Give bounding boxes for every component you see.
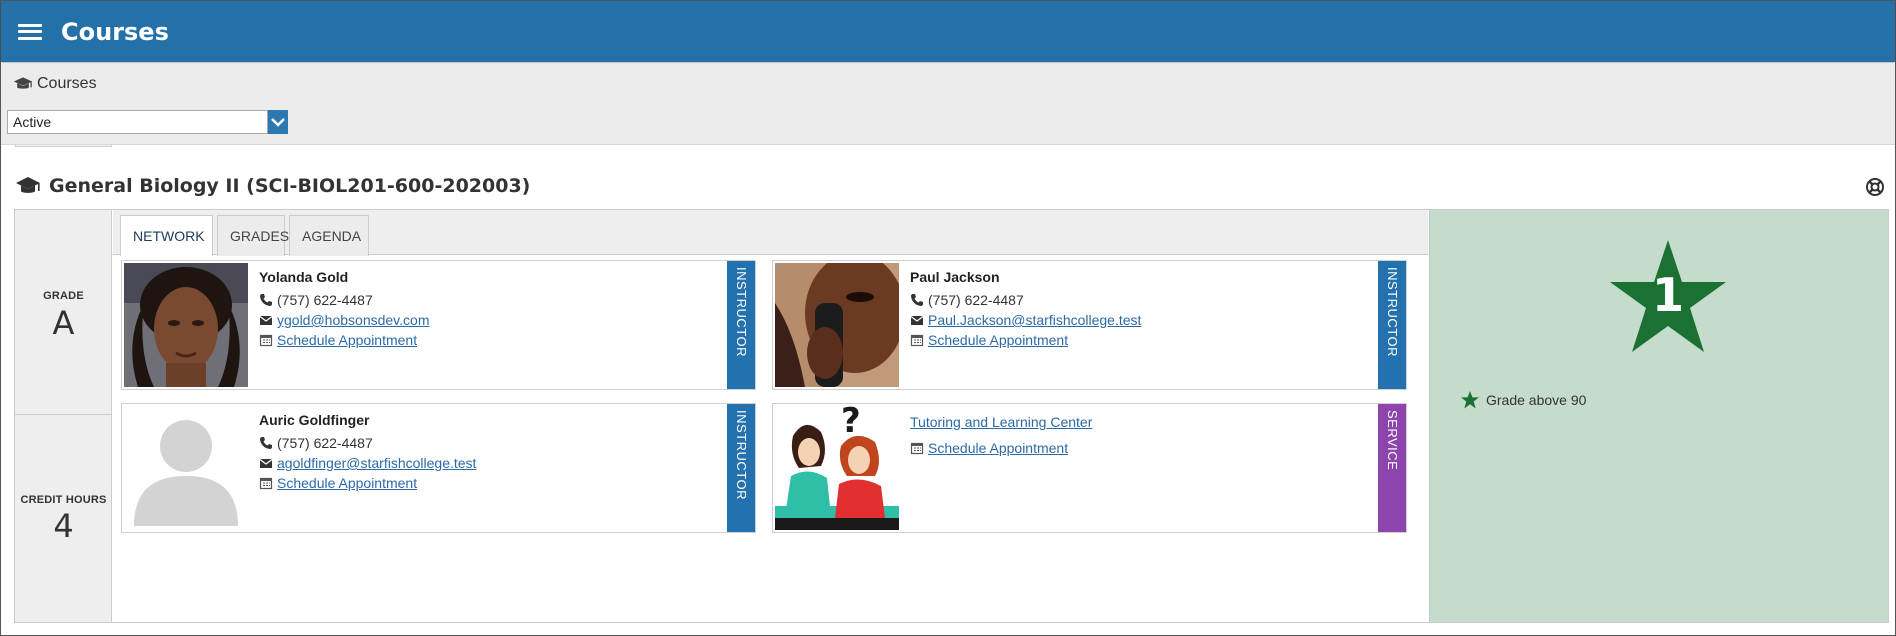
service-name-row: Tutoring and Learning Center [910, 412, 1370, 432]
contact-photo [775, 263, 899, 387]
contact-info: Yolanda Gold (757) 622-4487 ygold@hobson… [259, 269, 719, 350]
contact-photo [124, 263, 248, 387]
schedule-appointment-link[interactable]: Schedule Appointment [928, 332, 1068, 348]
service-name-link[interactable]: Tutoring and Learning Center [910, 414, 1092, 430]
highlights-panel: 1 Grade above 90 [1429, 210, 1888, 622]
graduation-cap-icon [13, 77, 33, 89]
contact-name: Paul Jackson [910, 269, 1000, 285]
course-stats: GRADE A CREDIT HOURS 4 [15, 210, 112, 622]
highlight-count: 1 [1651, 268, 1684, 322]
hamburger-menu-icon[interactable] [17, 21, 43, 43]
contact-card: ? Tutoring and Learning Center Schedule … [772, 403, 1407, 533]
schedule-appointment-link[interactable]: Schedule Appointment [277, 332, 417, 348]
contact-phone: (757) 622-4487 [277, 435, 373, 451]
course-tabs: NETWORK GRADES AGENDA [113, 210, 1428, 256]
schedule-appointment-link[interactable]: Schedule Appointment [277, 475, 417, 491]
status-filter-value[interactable]: Active [7, 110, 268, 134]
graduation-cap-icon [16, 177, 40, 193]
contact-appointment-row: Schedule Appointment [259, 330, 719, 350]
chevron-down-icon[interactable] [268, 110, 288, 134]
lifebuoy-icon[interactable] [1865, 177, 1885, 197]
contact-email-row: Paul.Jackson@starfishcollege.test [910, 310, 1370, 330]
credit-hours-stat: CREDIT HOURS 4 [15, 415, 112, 622]
tab-grades[interactable]: GRADES [217, 215, 289, 256]
contact-info: Paul Jackson (757) 622-4487 Paul.Jackson… [910, 269, 1370, 350]
contact-card: Auric Goldfinger (757) 622-4487 agoldfin… [121, 403, 756, 533]
breadcrumb-label[interactable]: Courses [37, 75, 97, 93]
credit-hours-value: 4 [53, 507, 74, 545]
course-detail-panel: NETWORK GRADES AGENDA Yolanda Gold (757)… [113, 210, 1428, 622]
calendar-icon [910, 334, 924, 347]
grade-value: A [52, 304, 75, 342]
highlight-legend-label: Grade above 90 [1486, 392, 1587, 408]
toolbar-strip: Courses Active [1, 63, 1895, 145]
svg-text:?: ? [841, 406, 861, 441]
course-title: General Biology II (SCI-BIOL201-600-2020… [49, 175, 531, 197]
calendar-icon [910, 442, 924, 455]
contact-card: Yolanda Gold (757) 622-4487 ygold@hobson… [121, 260, 756, 390]
contact-name: Auric Goldfinger [259, 412, 370, 428]
avatar-placeholder-icon [124, 406, 248, 530]
contact-phone: (757) 622-4487 [277, 292, 373, 308]
contact-phone-row: (757) 622-4487 [910, 290, 1370, 310]
phone-icon [260, 437, 272, 449]
highlight-legend: Grade above 90 [1460, 390, 1586, 410]
star-icon [1461, 391, 1479, 409]
contact-name: Yolanda Gold [259, 269, 349, 285]
grade-label: GRADE [43, 290, 84, 302]
phone-icon [911, 294, 923, 306]
contact-email-link[interactable]: ygold@hobsonsdev.com [277, 312, 429, 328]
calendar-icon [259, 477, 273, 490]
contact-email-row: ygold@hobsonsdev.com [259, 310, 719, 330]
status-filter-select[interactable]: Active [7, 110, 288, 134]
envelope-icon [910, 316, 924, 325]
contact-phone-row: (757) 622-4487 [259, 290, 719, 310]
contact-appointment-row: Schedule Appointment [259, 473, 719, 493]
contact-info: Tutoring and Learning Center Schedule Ap… [910, 412, 1370, 458]
service-illustration: ? [775, 406, 899, 530]
role-badge: INSTRUCTOR [727, 261, 755, 389]
contact-phone: (757) 622-4487 [928, 292, 1024, 308]
contact-email-link[interactable]: agoldfinger@starfishcollege.test [277, 455, 476, 471]
app-title: Courses [61, 17, 169, 46]
contact-email-link[interactable]: Paul.Jackson@starfishcollege.test [928, 312, 1141, 328]
collapsed-tab-edge [15, 145, 112, 147]
credit-hours-label: CREDIT HOURS [20, 494, 107, 506]
contact-appointment-row: Schedule Appointment [910, 438, 1370, 458]
app-header: Courses [1, 1, 1895, 62]
role-badge: INSTRUCTOR [727, 404, 755, 532]
role-badge: INSTRUCTOR [1378, 261, 1406, 389]
contact-email-row: agoldfinger@starfishcollege.test [259, 453, 719, 473]
calendar-icon [259, 334, 273, 347]
contact-card: Paul Jackson (757) 622-4487 Paul.Jackson… [772, 260, 1407, 390]
contact-appointment-row: Schedule Appointment [910, 330, 1370, 350]
contact-info: Auric Goldfinger (757) 622-4487 agoldfin… [259, 412, 719, 493]
course-heading: General Biology II (SCI-BIOL201-600-2020… [15, 175, 530, 197]
contact-phone-row: (757) 622-4487 [259, 433, 719, 453]
envelope-icon [259, 459, 273, 468]
role-badge: SERVICE [1378, 404, 1406, 532]
schedule-appointment-link[interactable]: Schedule Appointment [928, 440, 1068, 456]
phone-icon [260, 294, 272, 306]
grade-stat: GRADE A [15, 210, 112, 415]
breadcrumb: Courses [13, 75, 97, 93]
tab-network[interactable]: NETWORK [120, 215, 213, 256]
course-card: GRADE A CREDIT HOURS 4 NETWORK GRADES AG… [14, 209, 1889, 623]
envelope-icon [259, 316, 273, 325]
tab-agenda[interactable]: AGENDA [289, 215, 369, 256]
